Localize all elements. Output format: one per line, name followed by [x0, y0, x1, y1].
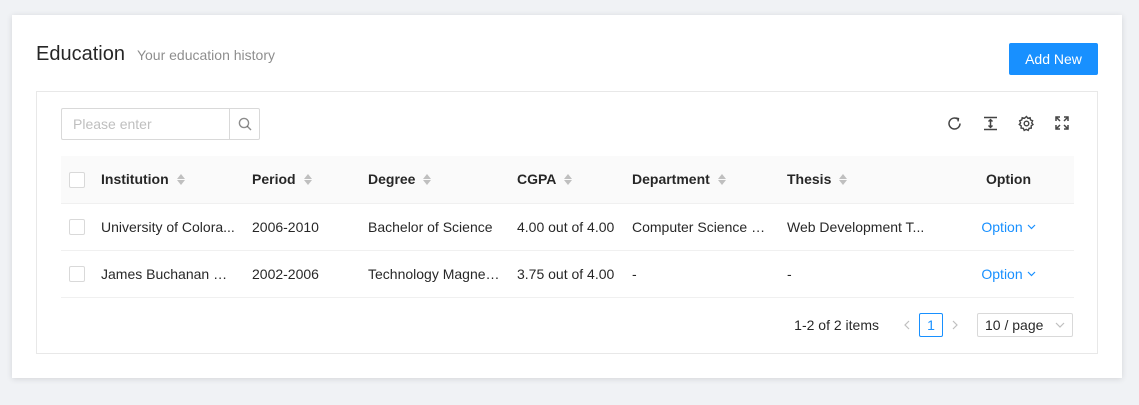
cell-cgpa: 3.75 out of 4.00 [509, 250, 624, 298]
cell-department: Computer Science &... [624, 203, 779, 251]
search-button[interactable] [229, 108, 260, 140]
page-size-value: 10 / page [985, 317, 1044, 333]
fullscreen-icon[interactable] [1053, 114, 1071, 132]
search-icon [238, 117, 251, 131]
column-period[interactable]: Period [244, 156, 360, 204]
option-dropdown[interactable]: Option [981, 265, 1036, 282]
cell-option: Option [943, 250, 1074, 298]
column-department[interactable]: Department [624, 156, 779, 204]
sort-icon [717, 173, 726, 185]
table-row: University of Colora... 2006-2010 Bachel… [61, 203, 1074, 251]
column-label: Thesis [787, 171, 832, 188]
table-header-row: Institution Period Degree CGPA Departmen… [61, 156, 1074, 204]
next-page-button[interactable] [947, 313, 963, 337]
column-thesis[interactable]: Thesis [779, 156, 943, 204]
column-label: CGPA [517, 171, 557, 188]
column-label: Department [632, 171, 710, 188]
column-option: Option [943, 156, 1074, 204]
cell-period: 2006-2010 [244, 203, 360, 251]
sort-icon [564, 173, 573, 185]
pagination-total: 1-2 of 2 items [794, 317, 879, 333]
table-row: James Buchanan Hi... 2002-2006 Technolog… [61, 250, 1074, 298]
row-select-cell [61, 250, 93, 298]
pagination: 1-2 of 2 items 1 10 / page [794, 313, 1073, 337]
column-degree[interactable]: Degree [360, 156, 509, 204]
option-dropdown[interactable]: Option [981, 218, 1036, 235]
column-institution[interactable]: Institution [93, 156, 244, 204]
option-label: Option [981, 218, 1023, 235]
cell-option: Option [943, 203, 1074, 251]
page-size-select[interactable]: 10 / page [977, 313, 1073, 337]
settings-icon[interactable] [1017, 114, 1035, 132]
page-title: Education [36, 43, 125, 65]
page-subtitle: Your education history [136, 47, 275, 63]
education-card: Education Your education history Add New [12, 15, 1122, 378]
column-cgpa[interactable]: CGPA [509, 156, 624, 204]
row-checkbox[interactable] [69, 266, 85, 283]
chevron-down-icon [1027, 224, 1036, 229]
cell-institution: James Buchanan Hi... [93, 250, 244, 298]
cell-degree: Bachelor of Science [360, 203, 509, 251]
cell-institution: University of Colora... [93, 203, 244, 251]
column-label: Institution [101, 171, 169, 188]
reload-icon[interactable] [945, 114, 963, 132]
row-checkbox[interactable] [69, 219, 85, 236]
column-label: Period [252, 171, 296, 188]
cell-thesis: Web Development T... [779, 203, 943, 251]
sort-icon [303, 173, 312, 185]
chevron-down-icon [1027, 271, 1036, 276]
cell-cgpa: 4.00 out of 4.00 [509, 203, 624, 251]
row-select-cell [61, 203, 93, 251]
chevron-left-icon [904, 320, 910, 330]
sort-icon [423, 173, 432, 185]
add-new-button[interactable]: Add New [1009, 43, 1098, 75]
sort-icon [176, 173, 185, 185]
card-header: Education Your education history [36, 43, 275, 66]
prev-page-button[interactable] [899, 313, 915, 337]
chevron-right-icon [952, 320, 958, 330]
cell-period: 2002-2006 [244, 250, 360, 298]
cell-thesis: - [779, 250, 943, 298]
column-label: Degree [368, 171, 416, 188]
chevron-down-icon [1055, 322, 1065, 328]
cell-department: - [624, 250, 779, 298]
select-all-cell [61, 156, 93, 204]
page-item-1[interactable]: 1 [919, 313, 943, 337]
table-toolbar [945, 114, 1071, 132]
search-box [61, 108, 260, 140]
select-all-checkbox[interactable] [69, 171, 85, 188]
education-table: Institution Period Degree CGPA Departmen… [61, 156, 1074, 298]
sort-icon [839, 173, 848, 185]
search-input[interactable] [61, 108, 229, 140]
density-icon[interactable] [981, 114, 999, 132]
cell-degree: Technology Magnet... [360, 250, 509, 298]
table-panel: Institution Period Degree CGPA Departmen… [36, 91, 1098, 354]
option-label: Option [981, 265, 1023, 282]
